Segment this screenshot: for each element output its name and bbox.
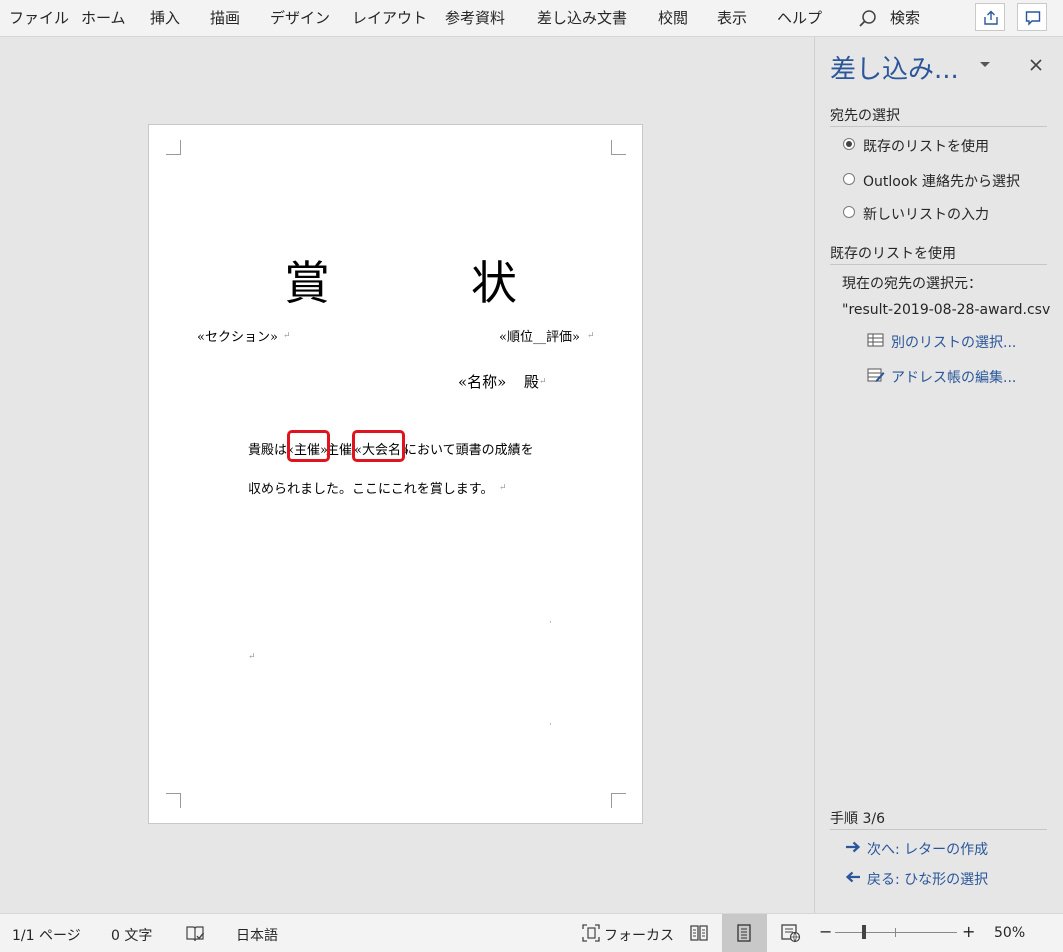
radio-button[interactable] [843, 206, 855, 218]
print-layout-button[interactable] [722, 914, 767, 952]
paragraph-mark: ↵ [587, 331, 595, 341]
zoom-slider-center-tick [895, 928, 896, 937]
proofing-book-icon[interactable] [185, 925, 205, 943]
merge-field-rank[interactable]: «順位__評価» [499, 326, 580, 345]
crop-mark [611, 140, 626, 155]
body-text-line1-end: において頭書の成績を [404, 443, 534, 458]
paragraph-mark: ↵ [539, 377, 547, 387]
section-heading: 既存のリストを使用 [830, 246, 956, 262]
search-label: 検索 [890, 9, 921, 27]
close-icon[interactable] [1029, 58, 1043, 72]
tab-help[interactable]: ヘルプ [777, 7, 822, 28]
section-select-recipients: 宛先の選択 [830, 105, 1047, 127]
paragraph-mark: ↵ [248, 652, 256, 662]
status-bar: 1/1 ページ 0 文字 日本語 フォーカス − + 50% [0, 913, 1063, 952]
pane-title: 差し込み... [830, 55, 959, 85]
edit-address-book-icon [867, 368, 885, 382]
read-mode-icon[interactable] [689, 924, 709, 942]
zoom-slider-thumb[interactable] [862, 925, 866, 939]
radio-label: 新しいリストの入力 [863, 207, 989, 223]
share-button[interactable] [975, 3, 1005, 31]
radio-label: Outlook 連絡先から選択 [863, 174, 1020, 190]
current-source-label: 現在の宛先の選択元： [842, 276, 982, 292]
current-source-value: "result-2019-08-28-award.csv [842, 302, 1051, 318]
radio-button[interactable] [843, 173, 855, 185]
radio-button-selected[interactable] [843, 138, 855, 150]
zoom-in-button[interactable]: + [962, 922, 975, 941]
zoom-out-button[interactable]: − [819, 922, 832, 941]
tab-review[interactable]: 校閲 [658, 7, 688, 28]
certificate-title-left: 賞 [284, 256, 330, 310]
document-area[interactable]: 賞 状 «セクション» ↵ «順位__評価» ↵ «名称» 殿 ↵ 貴殿は «主… [0, 37, 814, 913]
search-icon [859, 10, 876, 27]
section-heading: 宛先の選択 [830, 108, 900, 124]
share-icon [984, 10, 998, 25]
arrow-left-icon [845, 871, 860, 883]
word-count[interactable]: 0 文字 [111, 925, 152, 945]
focus-mode-button[interactable]: フォーカス [604, 925, 674, 945]
tab-view[interactable]: 表示 [717, 7, 747, 28]
tab-home[interactable]: ホーム [81, 7, 126, 28]
comments-button[interactable] [1017, 3, 1047, 31]
comment-icon [1025, 11, 1041, 26]
select-other-list-link[interactable]: 別のリストの選択... [891, 332, 1016, 352]
body-text-line2: 収められました。ここにこれを賞します。 [248, 482, 494, 497]
edit-address-book-link[interactable]: アドレス帳の編集... [891, 367, 1016, 387]
print-layout-icon [737, 924, 751, 942]
certificate-title-right: 状 [471, 256, 517, 310]
language-indicator[interactable]: 日本語 [236, 925, 278, 945]
web-layout-icon[interactable] [781, 923, 801, 943]
tab-design[interactable]: デザイン [270, 7, 330, 28]
page-count[interactable]: 1/1 ページ [12, 925, 81, 945]
body-text-intro: 貴殿は [248, 443, 288, 458]
zoom-level[interactable]: 50% [994, 925, 1025, 941]
merge-field-section[interactable]: «セクション» [197, 326, 278, 345]
paragraph-mark: ↵ [283, 331, 291, 341]
highlight-box-organizer [287, 430, 330, 462]
next-step-link[interactable]: 次へ: レターの作成 [867, 839, 988, 859]
section-step: 手順 3/6 [830, 808, 1047, 830]
honorific-text: 殿 [524, 373, 540, 391]
zoom-slider[interactable] [835, 925, 957, 939]
arrow-right-icon [846, 841, 861, 853]
crop-mark [166, 140, 181, 155]
section-existing-list: 既存のリストを使用 [830, 243, 1047, 265]
radio-label: 既存のリストを使用 [863, 139, 989, 155]
highlight-box-event [352, 430, 405, 462]
tab-draw[interactable]: 描画 [210, 7, 240, 28]
previous-step-link[interactable]: 戻る: ひな形の選択 [867, 869, 988, 889]
ribbon-tab-bar: ファイル ホーム 挿入 描画 デザイン レイアウト 参考資料 差し込み文書 校閲… [0, 0, 1063, 37]
tab-file[interactable]: ファイル [9, 7, 69, 28]
tab-insert[interactable]: 挿入 [150, 7, 180, 28]
tab-layout[interactable]: レイアウト [352, 7, 427, 28]
crop-mark [611, 793, 626, 808]
pane-options-dropdown-icon[interactable] [979, 61, 991, 69]
tab-mailings[interactable]: 差し込み文書 [537, 7, 627, 28]
recipient-list-icon [867, 333, 884, 347]
crop-mark [166, 793, 181, 808]
mail-merge-pane: 差し込み... 宛先の選択 既存のリストを使用 Outlook 連絡先から選択 … [815, 37, 1063, 913]
document-page[interactable]: 賞 状 «セクション» ↵ «順位__評価» ↵ «名称» 殿 ↵ 貴殿は «主… [148, 124, 643, 824]
step-indicator: 手順 3/6 [830, 811, 885, 827]
paragraph-mark: ↵ [499, 483, 507, 493]
anchor-mark: ˌ [549, 717, 552, 727]
anchor-mark: ˌ [549, 615, 552, 625]
tab-references[interactable]: 参考資料 [445, 7, 505, 28]
focus-mode-icon [582, 924, 600, 942]
merge-field-name[interactable]: «名称» [458, 371, 506, 392]
